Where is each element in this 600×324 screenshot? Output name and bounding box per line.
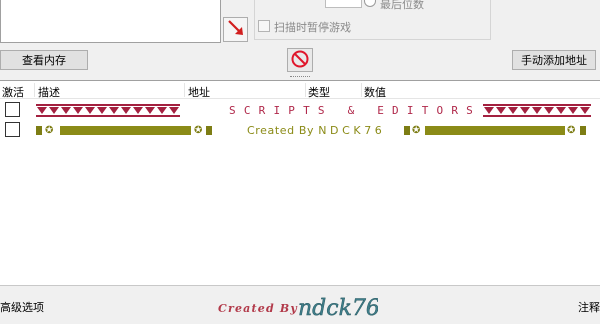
found-addresses-list[interactable]: [0, 0, 221, 43]
star-icon: ✪: [567, 125, 576, 136]
view-memory-button[interactable]: 查看内存: [0, 50, 88, 70]
value-field[interactable]: [325, 0, 362, 8]
star-icon: ✪: [45, 125, 54, 136]
column-active[interactable]: 激活: [2, 84, 24, 100]
no-entry-icon: [291, 50, 309, 71]
table-row[interactable]: ✪ ✪ Created By NDCK76 ✪ ✪: [0, 121, 600, 139]
table-header: 激活 描述 地址 类型 数值: [0, 81, 600, 99]
row-description: ✪ ✪ Created By NDCK76 ✪ ✪: [36, 124, 591, 137]
decoration: [36, 126, 42, 135]
row-description: SCRIPTS & EDITORS: [36, 104, 591, 117]
svg-text:Created By: Created By: [218, 302, 298, 315]
decoration: [580, 126, 586, 135]
star-icon: ✪: [194, 125, 203, 136]
splitter-handle[interactable]: [290, 76, 310, 78]
decorative-band: [425, 126, 565, 135]
advanced-options-button[interactable]: 高级选项: [0, 299, 44, 315]
pause-game-checkbox[interactable]: [258, 20, 270, 32]
red-diagonal-arrow-icon: [226, 18, 246, 41]
author-name: NDCK76: [318, 124, 386, 137]
clear-list-button[interactable]: [287, 48, 313, 72]
cheat-engine-window: 最后位数 扫描时暂停游戏 查看内存 手动添加地址 激活 描述 地址 类型 数值: [0, 0, 600, 324]
row-active-checkbox[interactable]: [5, 102, 20, 117]
created-by-text: Created By NDCK76: [247, 124, 385, 137]
decorative-pattern: [36, 104, 180, 117]
column-divider: [361, 83, 362, 97]
signature-logo: Created By ndck76: [218, 293, 380, 324]
last-digits-label: 最后位数: [380, 0, 424, 11]
svg-text:ndck76: ndck76: [298, 296, 378, 321]
decoration: [404, 126, 410, 135]
column-type[interactable]: 类型: [308, 84, 330, 100]
scripts-editors-text: SCRIPTS & EDITORS: [229, 104, 481, 117]
scan-area: 最后位数 扫描时暂停游戏 查看内存 手动添加地址: [0, 0, 600, 78]
decoration: [206, 126, 212, 135]
add-address-manually-button[interactable]: 手动添加地址: [512, 50, 596, 70]
decorative-pattern: [483, 104, 591, 117]
add-to-list-button[interactable]: [223, 17, 248, 42]
star-icon: ✪: [412, 125, 421, 136]
table-extras-button[interactable]: 注释: [578, 299, 600, 315]
decorative-band: [60, 126, 191, 135]
created-label: Created By: [247, 124, 315, 137]
pause-game-label: 扫描时暂停游戏: [274, 21, 351, 34]
column-divider: [305, 83, 306, 97]
column-address[interactable]: 地址: [188, 84, 210, 100]
row-active-checkbox[interactable]: [5, 122, 20, 137]
column-divider: [184, 83, 185, 97]
table-row[interactable]: SCRIPTS & EDITORS: [0, 101, 600, 119]
column-description[interactable]: 描述: [38, 84, 60, 100]
column-divider: [34, 83, 35, 97]
column-value[interactable]: 数值: [364, 84, 386, 100]
status-bar: 高级选项 Created By ndck76 注释: [0, 287, 600, 324]
cheat-table: 激活 描述 地址 类型 数值 SCRIPTS & EDITORS ✪ ✪ Cre…: [0, 80, 600, 286]
